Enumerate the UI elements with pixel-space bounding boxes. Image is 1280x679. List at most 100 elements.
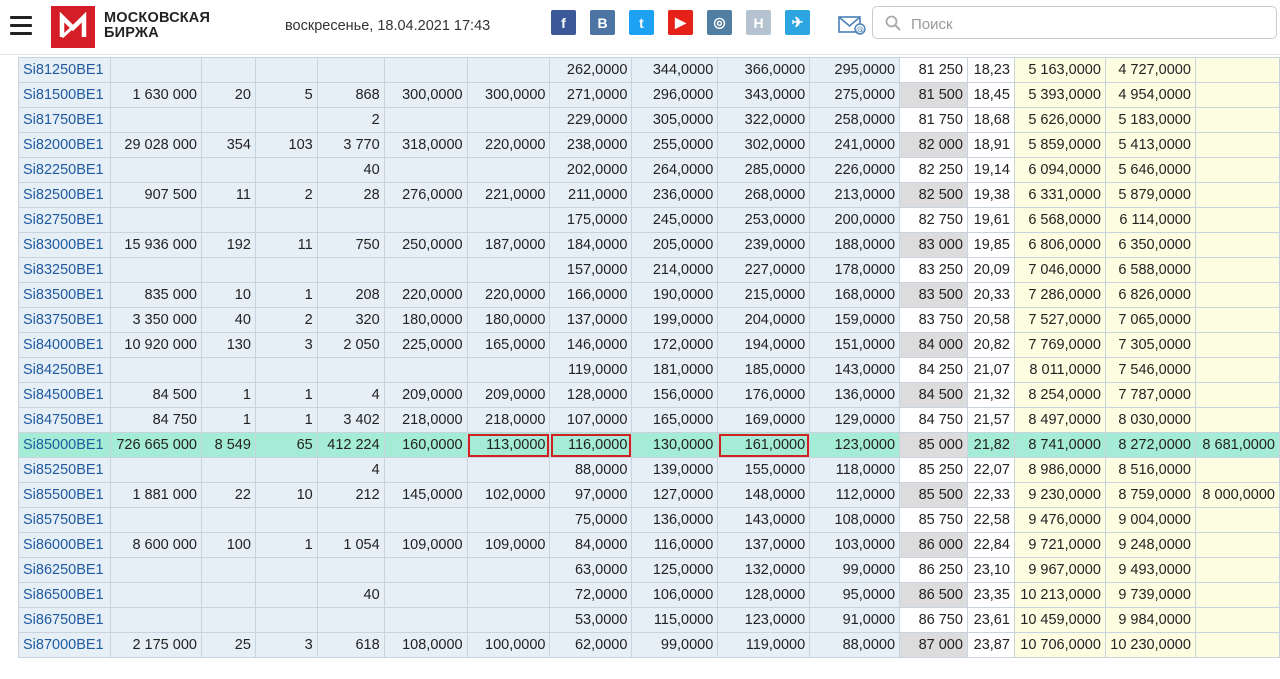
search-box[interactable] [872,6,1277,39]
cell-code[interactable]: Si83250BE1 [18,257,111,283]
cell-code[interactable]: Si86500BE1 [18,582,111,608]
menu-icon[interactable] [10,16,32,36]
cell-open-interest: 1 054 [316,532,385,558]
cell-settlement: 295,0000 [809,57,901,83]
cell-put-price: 9 004,0000 [1104,507,1196,533]
cell-strike: 84 250 [899,357,968,383]
instagram-icon[interactable]: ◎ [707,10,732,35]
cell-open-interest: 28 [316,182,385,208]
cell-trades [200,582,256,608]
search-input[interactable] [909,13,1263,35]
cell-volume-rub [109,607,202,633]
twitter-icon[interactable]: t [629,10,654,35]
vkontakte-icon[interactable]: B [590,10,615,35]
cell-code[interactable]: Si81500BE1 [18,82,111,108]
cell-low [466,457,551,483]
cell-volatility: 21,82 [966,432,1015,458]
facebook-icon[interactable]: f [551,10,576,35]
options-table: Si81250BE1 262,0000 344,0000 366,0000 295,00… [18,57,1280,658]
cell-open-interest [316,507,385,533]
cell-open-interest: 750 [316,232,385,258]
cell-code[interactable]: Si83500BE1 [18,282,111,308]
cell-code[interactable]: Si86000BE1 [18,532,111,558]
cell-settlement: 213,0000 [809,182,901,208]
cell-extra [1194,207,1280,233]
cell-code[interactable]: Si85500BE1 [18,482,111,508]
table-row: Si81500BE1 1 630 000 20 5 868 300,0000 300,000… [18,82,1280,108]
cell-open-interest-change [254,557,318,583]
cell-code[interactable]: Si81250BE1 [18,57,111,83]
svg-text:@: @ [856,25,864,34]
cell-theoretical-price: 9 476,0000 [1013,507,1106,533]
cell-high: 180,0000 [383,307,468,333]
newsletter-h-icon[interactable]: H [746,10,771,35]
cell-strike: 85 000 [899,432,968,458]
cell-low: 165,0000 [466,332,551,358]
cell-extra: 8 681,0000 [1194,432,1280,458]
cell-code[interactable]: Si84250BE1 [18,357,111,383]
cell-low [466,257,551,283]
cell-code[interactable]: Si82500BE1 [18,182,111,208]
cell-code[interactable]: Si83000BE1 [18,232,111,258]
cell-settlement: 91,0000 [809,607,901,633]
table-row: Si86000BE1 8 600 000 100 1 1 054 109,0000 109,… [18,532,1280,558]
cell-volatility: 18,23 [966,57,1015,83]
cell-high [383,107,468,133]
cell-low: 300,0000 [466,82,551,108]
cell-open-interest: 4 [316,382,385,408]
cell-code[interactable]: Si85000BE1 [18,432,111,458]
cell-code[interactable]: Si82000BE1 [18,132,111,158]
cell-put-price: 6 350,0000 [1104,232,1196,258]
cell-put-price: 9 739,0000 [1104,582,1196,608]
cell-open-interest: 412 224 [316,432,385,458]
cell-put-price: 8 030,0000 [1104,407,1196,433]
youtube-icon[interactable]: ▶ [668,10,693,35]
cell-settlement: 200,0000 [809,207,901,233]
cell-volume-rub: 1 630 000 [109,82,202,108]
logo-text[interactable]: МОСКОВСКАЯ БИРЖА [104,11,234,41]
cell-code[interactable]: Si84500BE1 [18,382,111,408]
cell-open-interest: 40 [316,582,385,608]
cell-code[interactable]: Si81750BE1 [18,107,111,133]
current-datetime: воскресенье, 18.04.2021 17:43 [285,18,491,34]
cell-open-interest [316,57,385,83]
cell-low: 180,0000 [466,307,551,333]
telegram-icon[interactable]: ✈ [785,10,810,35]
cell-last: 185,0000 [717,357,811,383]
cell-code[interactable]: Si85750BE1 [18,507,111,533]
cell-code[interactable]: Si85250BE1 [18,457,111,483]
moex-logo-icon[interactable] [51,6,95,48]
cell-last: 322,0000 [717,107,811,133]
cell-volume-rub [109,507,202,533]
cell-code[interactable]: Si84750BE1 [18,407,111,433]
table-row: Si85000BE1 726 665 000 8 549 65 412 224 160,0… [18,432,1280,458]
cell-code[interactable]: Si84000BE1 [18,332,111,358]
cell-last: 155,0000 [717,457,811,483]
cell-last: 119,0000 [717,632,811,658]
cell-put-price: 7 065,0000 [1104,307,1196,333]
cell-volatility: 19,85 [966,232,1015,258]
cell-code[interactable]: Si82750BE1 [18,207,111,233]
cell-last: 137,0000 [717,532,811,558]
cell-strike: 81 750 [899,107,968,133]
cell-low: 209,0000 [466,382,551,408]
cell-open-interest [316,607,385,633]
cell-code[interactable]: Si83750BE1 [18,307,111,333]
cell-volume-rub: 3 350 000 [109,307,202,333]
cell-code[interactable]: Si86750BE1 [18,607,111,633]
cell-high: 218,0000 [383,407,468,433]
cell-last: 132,0000 [717,557,811,583]
table-row: Si84250BE1 119,0000 181,0000 185,0000 143,00… [18,357,1280,383]
cell-code[interactable]: Si82250BE1 [18,157,111,183]
cell-put-price: 8 272,0000 [1104,432,1196,458]
cell-low: 220,0000 [466,282,551,308]
cell-extra [1194,457,1280,483]
mail-icon[interactable]: @ [838,14,866,41]
cell-offer: 127,0000 [631,482,719,508]
cell-open-interest-change: 3 [254,332,318,358]
cell-last: 239,0000 [717,232,811,258]
cell-put-price: 9 248,0000 [1104,532,1196,558]
cell-code[interactable]: Si87000BE1 [18,632,111,658]
cell-code[interactable]: Si86250BE1 [18,557,111,583]
cell-open-interest: 212 [316,482,385,508]
